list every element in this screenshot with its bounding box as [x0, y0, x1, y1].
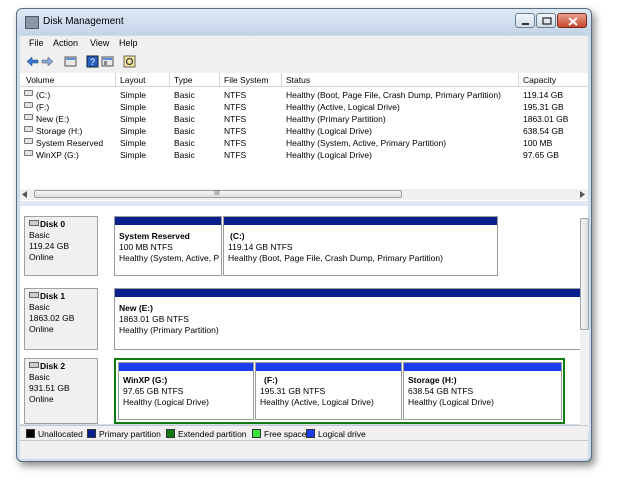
primary-partition-bar [224, 217, 497, 225]
column-header-capacity[interactable]: Capacity [523, 75, 556, 85]
horizontal-scrollbar[interactable]: III [20, 189, 588, 200]
table-row[interactable]: Storage (H:) Simple Basic NTFS Healthy (… [20, 125, 588, 137]
maximize-button[interactable] [536, 13, 556, 28]
vertical-scroll-thumb[interactable] [580, 218, 589, 330]
logical-swatch [306, 429, 315, 438]
scroll-grip-icon: III [214, 190, 220, 197]
drive-icon [24, 150, 33, 156]
volume-list: Volume Layout Type File System Status Ca… [20, 73, 588, 203]
partition-e[interactable]: New (E:) 1863.01 GB NTFS Healthy (Primar… [114, 288, 588, 350]
column-header-type[interactable]: Type [174, 75, 192, 85]
svg-text:?: ? [90, 57, 95, 67]
scroll-right-icon[interactable] [580, 191, 586, 198]
legend-logical-drive: Logical drive [306, 429, 366, 439]
partition-h[interactable]: Storage (H:) 638.54 GB NTFS Healthy (Log… [403, 362, 562, 420]
partition-g[interactable]: WinXP (G:) 97.65 GB NTFS Healthy (Logica… [118, 362, 254, 420]
column-header-volume[interactable]: Volume [26, 75, 54, 85]
close-button[interactable] [557, 13, 587, 28]
minimize-icon [522, 23, 529, 25]
status-bar [20, 440, 588, 459]
disk-1-label[interactable]: Disk 1 Basic 1863.02 GB Online [24, 288, 98, 350]
table-row[interactable]: System Reserved Simple Basic NTFS Health… [20, 137, 588, 149]
table-row[interactable]: WinXP (G:) Simple Basic NTFS Healthy (Lo… [20, 149, 588, 161]
drive-icon [24, 90, 33, 96]
unallocated-swatch [26, 429, 35, 438]
console-icon[interactable] [101, 55, 114, 68]
minimize-button[interactable] [515, 13, 535, 28]
legend-primary-partition: Primary partition [87, 429, 161, 439]
logical-drive-bar [404, 363, 561, 371]
table-row[interactable]: (F:) Simple Basic NTFS Healthy (Active, … [20, 101, 588, 113]
back-arrow-icon[interactable] [26, 55, 39, 68]
free-space-swatch [252, 429, 261, 438]
scroll-left-icon[interactable] [22, 191, 28, 198]
legend-unallocated: Unallocated [26, 429, 83, 439]
title-bar[interactable]: Disk Management [17, 9, 591, 35]
column-header-status[interactable]: Status [286, 75, 310, 85]
column-header-layout[interactable]: Layout [120, 75, 146, 85]
menu-file[interactable]: File [29, 38, 44, 48]
disk-icon [29, 362, 39, 368]
maximize-icon [542, 17, 552, 25]
logical-drive-bar [256, 363, 401, 371]
drive-icon [24, 126, 33, 132]
menu-action[interactable]: Action [53, 38, 78, 48]
extended-partition[interactable]: WinXP (G:) 97.65 GB NTFS Healthy (Logica… [114, 358, 565, 424]
disk-graph-view: Disk 0 Basic 119.24 GB Online System Res… [20, 206, 589, 431]
legend-free-space: Free space [252, 429, 307, 439]
window-title: Disk Management [43, 16, 124, 27]
logical-drive-bar [119, 363, 253, 371]
extended-swatch [166, 429, 175, 438]
partition-c[interactable]: (C:) 119.14 GB NTFS Healthy (Boot, Page … [223, 216, 498, 276]
column-header-file-system[interactable]: File System [224, 75, 268, 85]
partition-f[interactable]: (F:) 195.31 GB NTFS Healthy (Active, Log… [255, 362, 402, 420]
properties-icon[interactable] [64, 55, 77, 68]
disk-management-window: Disk Management File Action View Help ? … [16, 8, 592, 462]
disk-icon [29, 292, 39, 298]
volume-list-header: Volume Layout Type File System Status Ca… [20, 73, 588, 87]
forward-arrow-icon[interactable] [41, 55, 54, 68]
partition-system-reserved[interactable]: System Reserved 100 MB NTFS Healthy (Sys… [114, 216, 222, 276]
toolbar: ? [20, 51, 588, 74]
drive-icon [24, 114, 33, 120]
drive-icon [24, 138, 33, 144]
close-icon [568, 17, 578, 26]
legend-bar: Unallocated Primary partition Extended p… [20, 425, 588, 440]
disk-icon [29, 220, 39, 226]
menu-bar: File Action View Help [20, 36, 588, 51]
primary-partition-bar [115, 289, 587, 297]
settings-icon[interactable] [123, 55, 136, 68]
menu-help[interactable]: Help [119, 38, 138, 48]
app-icon [25, 16, 39, 29]
table-row[interactable]: New (E:) Simple Basic NTFS Healthy (Prim… [20, 113, 588, 125]
vertical-scrollbar[interactable] [580, 218, 589, 431]
help-icon[interactable]: ? [86, 55, 99, 68]
menu-view[interactable]: View [90, 38, 109, 48]
primary-swatch [87, 429, 96, 438]
primary-partition-bar [115, 217, 221, 225]
drive-icon [24, 102, 33, 108]
table-row[interactable]: (C:) Simple Basic NTFS Healthy (Boot, Pa… [20, 89, 588, 101]
disk-2-label[interactable]: Disk 2 Basic 931.51 GB Online [24, 358, 98, 424]
legend-extended-partition: Extended partition [166, 429, 247, 439]
disk-0-label[interactable]: Disk 0 Basic 119.24 GB Online [24, 216, 98, 276]
